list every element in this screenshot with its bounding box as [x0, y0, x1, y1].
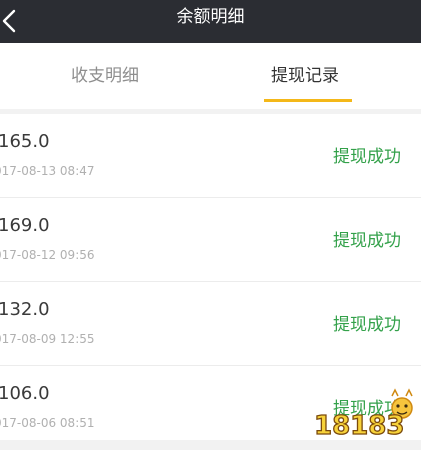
amount: 106.0	[0, 383, 50, 404]
tab-bar: 收支明细 提现记录	[0, 43, 421, 109]
svg-text:18183: 18183	[314, 411, 404, 440]
timestamp: 017-08-09 12:55	[0, 332, 95, 346]
amount: 165.0	[0, 131, 50, 152]
timestamp: 017-08-06 08:51	[0, 416, 95, 430]
status-label: 提现成功	[333, 231, 401, 251]
list-item[interactable]: 132.0 017-08-09 12:55 提现成功	[0, 282, 421, 366]
site-watermark-logo: 18183	[308, 386, 418, 442]
status-label: 提现成功	[333, 315, 401, 335]
active-tab-indicator	[264, 99, 352, 102]
timestamp: 017-08-13 08:47	[0, 164, 95, 178]
page-title: 余额明细	[176, 7, 245, 27]
status-label: 提现成功	[333, 147, 401, 167]
tab-income-expense-details[interactable]: 收支明细	[20, 43, 190, 109]
list-item[interactable]: 165.0 017-08-13 08:47 提现成功	[0, 114, 421, 198]
app-header: 余额明细	[0, 0, 421, 43]
amount: 169.0	[0, 215, 50, 236]
list-item[interactable]: 169.0 017-08-12 09:56 提现成功	[0, 198, 421, 282]
timestamp: 017-08-12 09:56	[0, 248, 95, 262]
amount: 132.0	[0, 299, 50, 320]
